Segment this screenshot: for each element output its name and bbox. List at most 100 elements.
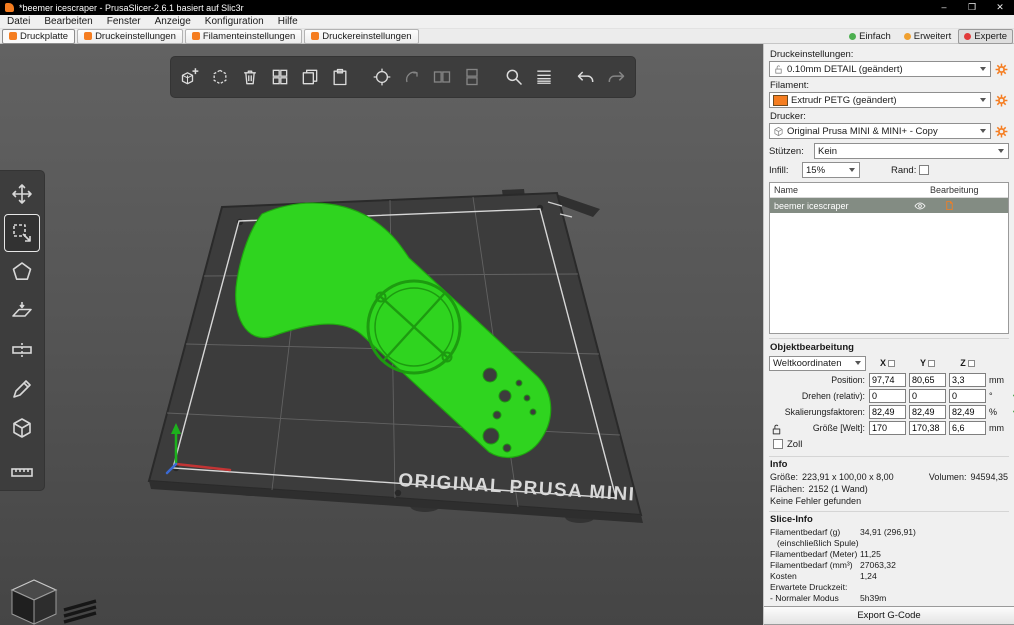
printer-label: Drucker: xyxy=(770,111,806,122)
minimize-button[interactable]: – xyxy=(930,0,958,15)
info-section: Info Größe: 223,91 x 100,00 x 8,00 Volum… xyxy=(769,455,1009,509)
tab-druckeinstellungen[interactable]: Druckeinstellungen xyxy=(77,28,183,44)
scale-z-input[interactable] xyxy=(949,404,986,419)
object-list-col-name: Name xyxy=(774,185,799,195)
sidebar-panel: Druckeinstellungen: 0.10mm DETAIL (geänd… xyxy=(763,44,1014,625)
maximize-button[interactable]: ❒ xyxy=(958,0,986,15)
size-info-value: 223,91 x 100,00 x 8,00 xyxy=(802,471,894,482)
mode-experte[interactable]: Experte xyxy=(958,28,1013,44)
menu-bearbeiten[interactable]: Bearbeiten xyxy=(37,15,99,29)
edit-settings-doc-icon[interactable] xyxy=(944,200,955,211)
rotate-x-input[interactable] xyxy=(869,388,906,403)
size-unit: mm xyxy=(989,422,1004,433)
split-to-parts-button[interactable] xyxy=(458,62,486,92)
menu-konfiguration[interactable]: Konfiguration xyxy=(198,15,271,29)
menu-datei[interactable]: Datei xyxy=(0,15,37,29)
object-name: beemer icescraper xyxy=(774,200,849,211)
paint-supports-tool-button[interactable] xyxy=(5,371,39,407)
filament-select[interactable]: Extrudr PETG (geändert) xyxy=(769,92,991,108)
size-y-input[interactable] xyxy=(909,420,946,435)
layers-preview-icon[interactable] xyxy=(63,599,97,624)
cut-tool-button[interactable] xyxy=(5,332,39,368)
mode-erweitert[interactable]: Erweitert xyxy=(898,29,957,44)
object-list-col-edit: Bearbeitung xyxy=(930,185,979,195)
coordinate-system-select[interactable]: Weltkoordinaten xyxy=(769,355,866,371)
arrange-button[interactable] xyxy=(266,62,294,92)
position-z-input[interactable] xyxy=(949,372,986,387)
faces-value: 2152 (1 Wand) xyxy=(808,483,868,494)
plater-icon xyxy=(9,32,17,40)
axis-y-icon xyxy=(928,359,935,367)
measure-tool-button[interactable] xyxy=(5,449,39,485)
add-object-button[interactable] xyxy=(176,62,204,92)
visibility-eye-icon[interactable] xyxy=(914,200,926,212)
undo-button[interactable] xyxy=(572,62,600,92)
mode-switcher: Einfach Erweitert Experte xyxy=(843,28,1014,44)
volume-value: 94594,35 xyxy=(970,471,1008,482)
size-z-input[interactable] xyxy=(949,420,986,435)
top-toolbar xyxy=(170,56,636,98)
rotate-unit: ° xyxy=(989,390,993,401)
position-x-input[interactable] xyxy=(869,372,906,387)
delete-all-button[interactable] xyxy=(236,62,264,92)
position-unit: mm xyxy=(989,374,1004,385)
close-button[interactable]: ✕ xyxy=(986,0,1014,15)
seam-tool-button[interactable] xyxy=(5,410,39,446)
object-list-row[interactable]: beemer icescraper xyxy=(770,198,1008,213)
tab-druckplatte[interactable]: Druckplatte xyxy=(2,28,76,44)
instances-button[interactable] xyxy=(368,62,396,92)
size-x-input[interactable] xyxy=(869,420,906,435)
remove-object-button[interactable] xyxy=(206,62,234,92)
scale-y-input[interactable] xyxy=(909,404,946,419)
variable-layer-height-button[interactable] xyxy=(530,62,558,92)
printer-settings-gear-icon[interactable] xyxy=(994,124,1009,139)
printer-icon xyxy=(774,126,783,136)
position-y-input[interactable] xyxy=(909,372,946,387)
rotate-y-input[interactable] xyxy=(909,388,946,403)
menu-hilfe[interactable]: Hilfe xyxy=(271,15,305,29)
redo-button[interactable] xyxy=(602,62,630,92)
filament-settings-icon xyxy=(191,32,200,40)
export-gcode-button[interactable]: Export G-Code xyxy=(764,605,1014,625)
print-settings-select[interactable]: 0.10mm DETAIL (geändert) xyxy=(769,61,991,77)
infill-select[interactable]: 15% xyxy=(802,162,860,178)
window-title: *beemer icescraper - PrusaSlicer-2.6.1 b… xyxy=(19,2,244,13)
scale-x-input[interactable] xyxy=(869,404,906,419)
place-on-face-tool-button[interactable] xyxy=(5,293,39,329)
uniform-scale-lock-icon[interactable] xyxy=(770,423,783,436)
object-list-empty xyxy=(770,213,1008,333)
menu-anzeige[interactable]: Anzeige xyxy=(148,15,198,29)
simple-mode-dot-icon xyxy=(849,32,857,40)
search-button[interactable] xyxy=(500,62,528,92)
menu-fenster[interactable]: Fenster xyxy=(100,15,148,29)
brim-checkbox[interactable] xyxy=(919,165,930,175)
slice-info-title: Slice-Info xyxy=(770,513,813,525)
normal-mode-label: - Normaler Modus xyxy=(770,592,839,603)
split-to-objects-button[interactable] xyxy=(428,62,456,92)
print-settings-gear-icon[interactable] xyxy=(994,62,1009,77)
chevron-down-icon xyxy=(855,361,861,366)
menubar: Datei Bearbeiten Fenster Anzeige Konfigu… xyxy=(0,15,1014,29)
filament-settings-gear-icon[interactable] xyxy=(994,93,1009,108)
printer-select[interactable]: Original Prusa MINI & MINI+ - Copy xyxy=(769,123,991,139)
infill-label: Infill: xyxy=(769,164,789,176)
tab-druckereinstellungen[interactable]: Druckereinstellungen xyxy=(304,28,419,44)
reload-from-disk-button[interactable] xyxy=(398,62,426,92)
3d-viewport[interactable]: ORIGINAL PRUSA MINI xyxy=(0,44,763,625)
app-logo-icon xyxy=(5,3,14,12)
mode-einfach[interactable]: Einfach xyxy=(843,29,897,44)
viewport-gizmo-cube[interactable] xyxy=(10,579,58,625)
copy-button[interactable] xyxy=(296,62,324,92)
filament-mm3-label: Filamentbedarf (mm³) xyxy=(770,559,853,570)
supports-select[interactable]: Kein xyxy=(814,143,1009,159)
inches-checkbox[interactable] xyxy=(773,439,783,450)
tab-filamenteinstellungen[interactable]: Filamenteinstellungen xyxy=(184,28,303,44)
scale-tool-button[interactable] xyxy=(4,214,40,252)
chevron-down-icon xyxy=(849,168,855,172)
rotate-tool-button[interactable] xyxy=(5,254,39,290)
paste-button[interactable] xyxy=(326,62,354,92)
move-tool-button[interactable] xyxy=(5,176,39,212)
rotate-z-input[interactable] xyxy=(949,388,986,403)
chevron-down-icon xyxy=(980,98,986,102)
rotate-label: Drehen (relativ): xyxy=(801,390,865,401)
